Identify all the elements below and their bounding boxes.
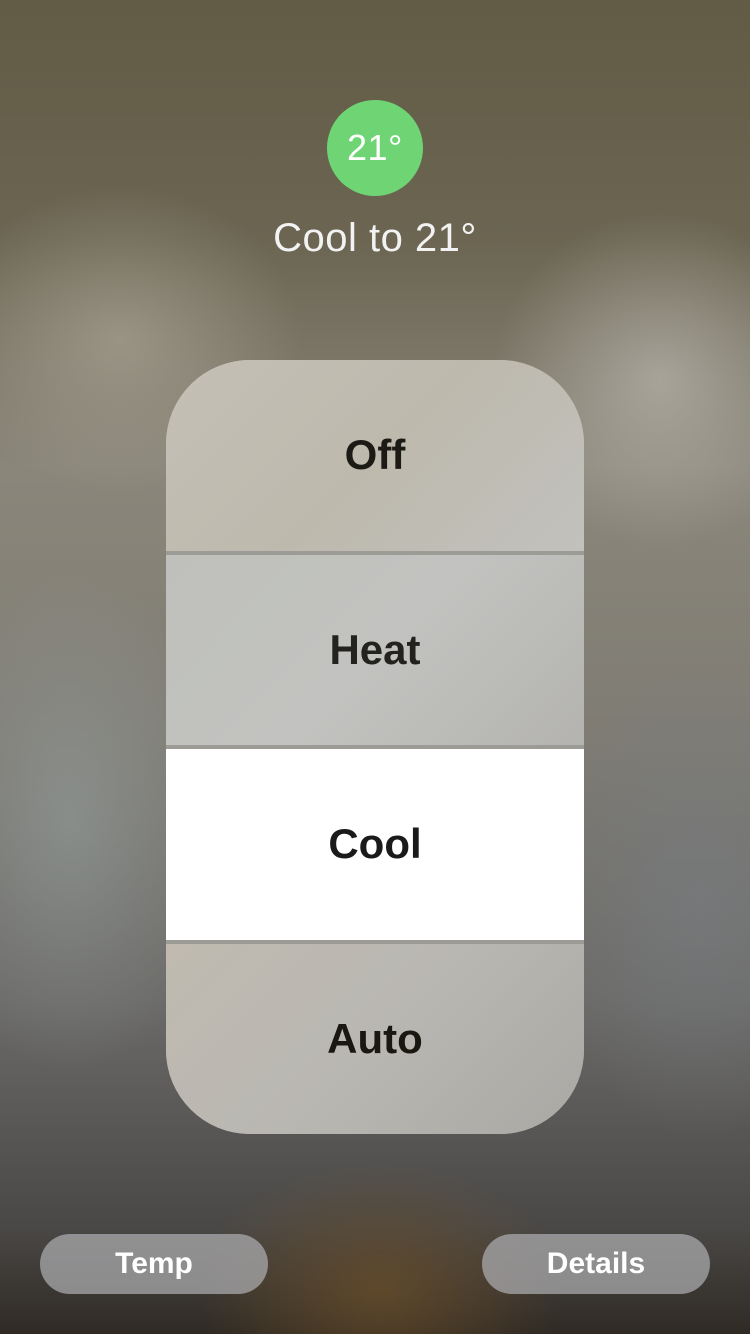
temperature-badge: 21°: [327, 100, 423, 196]
mode-option-label: Heat: [329, 625, 421, 673]
mode-option-heat[interactable]: Heat: [166, 550, 584, 745]
temp-button-label: Temp: [115, 1247, 193, 1280]
mode-option-label: Auto: [327, 1014, 423, 1062]
temperature-badge-value: 21°: [347, 127, 403, 168]
mode-option-cool[interactable]: Cool: [166, 745, 584, 940]
details-button[interactable]: Details: [482, 1234, 710, 1294]
mode-option-label: Cool: [328, 820, 422, 868]
thermostat-status: Cool to 21°: [273, 216, 477, 260]
mode-option-off[interactable]: Off: [166, 360, 584, 551]
mode-picker: Off Heat Cool Auto: [166, 360, 584, 1134]
mode-option-auto[interactable]: Auto: [166, 939, 584, 1134]
temp-button[interactable]: Temp: [40, 1234, 268, 1294]
details-button-label: Details: [546, 1247, 646, 1280]
mode-option-label: Off: [344, 431, 406, 479]
